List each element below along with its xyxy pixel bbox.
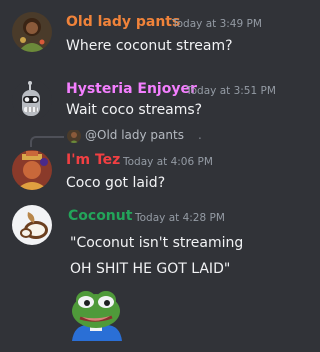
message-hysteria-enjoyer: Hysteria Enjoyer Today at 3:51 PM Wait c… [0, 70, 305, 125]
reply-avatar [67, 129, 81, 143]
reply-preview[interactable]: . [198, 128, 202, 142]
message-coconut: Coconut Today at 4:28 PM "Coconut isn't … [0, 200, 305, 352]
message-text: OH SHIT HE GOT LAID" [70, 261, 231, 277]
username[interactable]: Coconut [68, 208, 132, 224]
reply-mention[interactable]: @Old lady pants [85, 128, 184, 142]
avatar[interactable] [12, 150, 52, 190]
avatar[interactable] [12, 12, 52, 52]
timestamp: Today at 3:49 PM [172, 18, 262, 30]
username[interactable]: Old lady pants [66, 14, 180, 30]
message-text: Where coconut stream? [66, 38, 233, 54]
message-old-lady-pants: Old lady pants Today at 3:49 PM Where co… [0, 0, 305, 70]
avatar[interactable] [12, 205, 52, 245]
message-text: Coco got laid? [66, 175, 166, 191]
username[interactable]: I'm Tez [66, 152, 120, 168]
message-text: "Coconut isn't streaming [70, 235, 244, 251]
avatar[interactable] [12, 80, 52, 120]
message-text: Wait coco streams? [66, 102, 203, 118]
timestamp: Today at 4:06 PM [123, 156, 213, 168]
pepe-emoji-icon[interactable] [68, 285, 124, 341]
timestamp: Today at 4:28 PM [135, 212, 225, 224]
username[interactable]: Hysteria Enjoyer [66, 81, 197, 97]
message-im-tez: I'm Tez Today at 4:06 PM Coco got laid? [0, 145, 305, 200]
timestamp: Today at 3:51 PM [186, 85, 276, 97]
